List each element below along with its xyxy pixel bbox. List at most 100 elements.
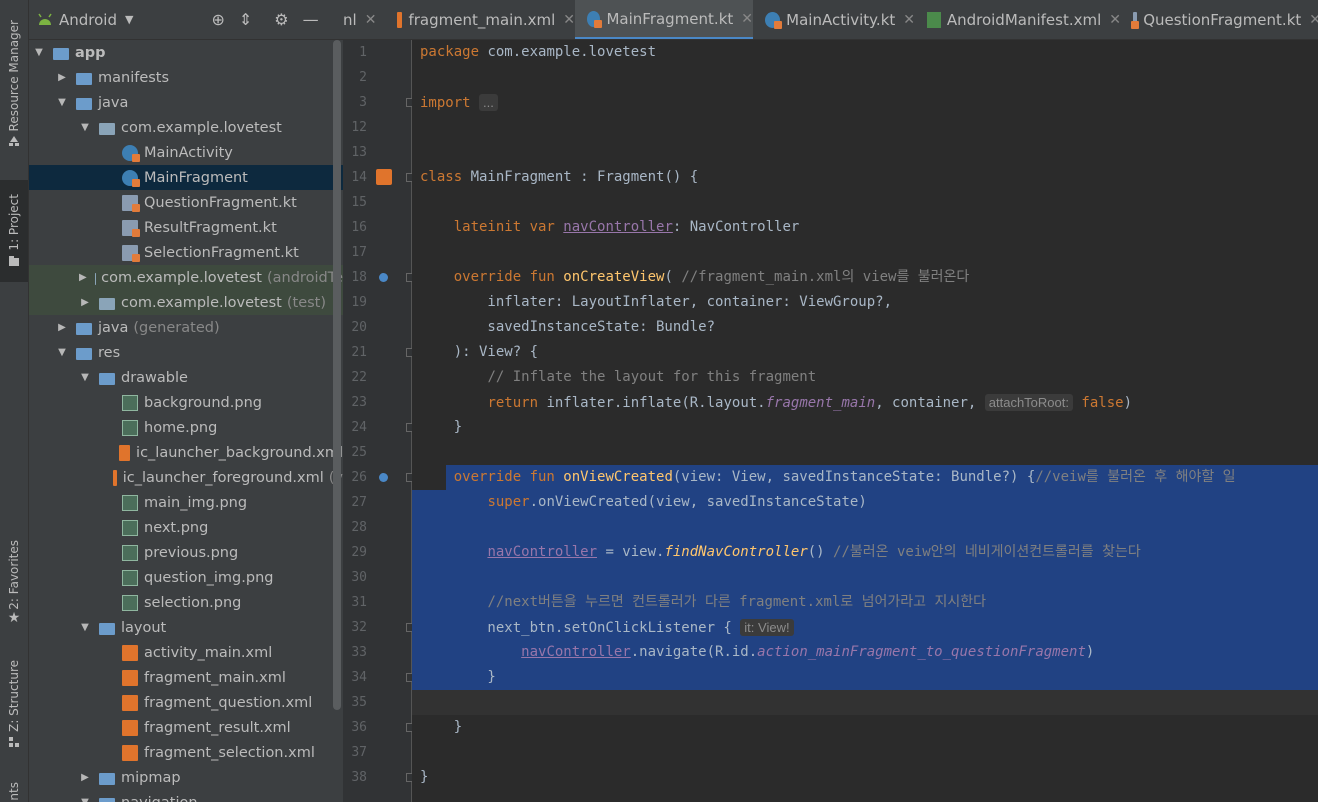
code-line[interactable]: navController = view.findNavController()… [420,540,1140,565]
gear-icon[interactable]: ⚙ [274,10,288,29]
tree-item[interactable]: selection.png [29,590,343,615]
collapse-arrow-icon[interactable]: ▶ [56,322,68,333]
chevron-down-icon[interactable]: ▼ [125,13,133,26]
android-icon [38,13,52,25]
tree-item-label: MainFragment [144,169,248,186]
override-method-icon[interactable] [379,473,388,482]
expand-arrow-icon[interactable]: ▼ [56,347,68,358]
expand-arrow-icon[interactable]: ▼ [33,47,45,58]
code-line[interactable]: override fun onViewCreated(view: View, s… [420,465,1236,490]
code-line[interactable]: savedInstanceState: Bundle? [420,315,715,340]
code-line[interactable]: } [420,765,428,790]
xml-layout-gutter-icon[interactable] [376,169,392,185]
expand-arrow-icon[interactable]: ▼ [79,372,91,383]
close-icon[interactable]: ✕ [1109,12,1121,28]
build-variants-tab[interactable]: nts [0,782,28,802]
tree-scrollbar[interactable] [333,40,341,710]
tree-item[interactable]: ▼ drawable [29,365,343,390]
code-token: (view: View, savedInstanceState: Bundle?… [672,469,1036,485]
kotlin-class-icon [122,169,140,187]
collapse-all-icon[interactable]: ⇕ [239,10,252,29]
code-line[interactable]: return inflater.inflate(R.layout.fragmen… [420,390,1132,415]
editor-tab[interactable]: fragment_main.xml ✕ [385,0,575,39]
editor-tab[interactable]: nl ✕ [343,0,385,39]
code-token: } [420,719,463,735]
expand-arrow-icon[interactable]: ▼ [79,122,91,133]
tree-item[interactable]: activity_main.xml [29,640,343,665]
tree-item[interactable]: fragment_question.xml [29,690,343,715]
tree-item[interactable]: ▼ java [29,90,343,115]
locate-icon[interactable]: ⊕ [211,10,224,29]
code-line[interactable]: lateinit var navController: NavControlle… [420,215,800,240]
project-tab[interactable]: 1: Project [0,180,28,282]
tree-item[interactable]: question_img.png [29,565,343,590]
tree-item[interactable]: ▼ navigation [29,790,343,802]
tree-item[interactable]: ▶ manifests [29,65,343,90]
editor-tab[interactable]: AndroidManifest.xml ✕ [915,0,1121,39]
tree-item-label: com.example.lovetest [101,269,262,286]
view-mode-select[interactable]: Android [59,11,117,29]
code-line[interactable]: navController.navigate(R.id.action_mainF… [420,640,1094,665]
code-line[interactable]: //next버튼을 누르면 컨트롤러가 다른 fragment.xml로 넘어가… [420,590,986,615]
code-line[interactable]: package com.example.lovetest [420,40,656,65]
tree-item[interactable]: ▼ app [29,40,343,65]
tree-item[interactable]: background.png [29,390,343,415]
tree-item[interactable]: ▶ com.example.lovetest (test) [29,290,343,315]
close-icon[interactable]: ✕ [365,12,377,28]
tree-item[interactable]: QuestionFragment.kt [29,190,343,215]
close-icon[interactable]: ✕ [563,12,575,28]
expand-arrow-icon[interactable]: ▼ [56,97,68,108]
tree-item[interactable]: fragment_main.xml [29,665,343,690]
close-icon[interactable]: ✕ [741,11,753,27]
tree-item[interactable]: home.png [29,415,343,440]
tree-item[interactable]: ▶ mipmap [29,765,343,790]
tree-item[interactable]: ▼ layout [29,615,343,640]
close-icon[interactable]: ✕ [1309,12,1318,28]
close-icon[interactable]: ✕ [903,12,915,28]
tree-item[interactable]: SelectionFragment.kt [29,240,343,265]
code-line[interactable]: super.onViewCreated(view, savedInstanceS… [420,490,867,515]
editor-tab[interactable]: MainActivity.kt ✕ [753,0,915,39]
code-line[interactable]: // Inflate the layout for this fragment [420,365,816,390]
tree-item-label: app [75,44,106,61]
tree-item[interactable]: fragment_result.xml [29,715,343,740]
tree-item[interactable]: next.png [29,515,343,540]
tree-item[interactable]: ResultFragment.kt [29,215,343,240]
code-token: .onViewCreated(view, savedInstanceState) [529,494,867,510]
editor-tab[interactable]: QuestionFragment.kt ✕ [1121,0,1318,39]
code-line[interactable]: } [420,665,495,690]
code-line[interactable]: } [420,415,462,440]
code-line[interactable]: class MainFragment : Fragment() { [420,165,698,190]
resource-manager-tab[interactable]: Resource Manager [0,20,28,160]
collapse-arrow-icon[interactable]: ▶ [56,72,68,83]
favorites-tab-label: 2: Favorites [7,540,21,610]
code-line[interactable]: import ... [420,90,498,115]
tree-item[interactable]: ▶ java (generated) [29,315,343,340]
code-line[interactable]: override fun onCreateView( //fragment_ma… [420,265,970,290]
tree-item[interactable]: MainFragment [29,165,343,190]
favorites-tab[interactable]: 2: Favorites ★ [0,540,28,640]
hide-panel-icon[interactable]: — [303,10,319,29]
code-line[interactable]: next_btn.setOnClickListener { it: View! [420,615,794,640]
tree-item[interactable]: ic_launcher_background.xml [29,440,343,465]
tree-item[interactable]: ▼ res [29,340,343,365]
collapse-arrow-icon[interactable]: ▶ [79,772,91,783]
tree-item[interactable]: main_img.png [29,490,343,515]
tree-item[interactable]: ic_launcher_foreground.xml(v [29,465,343,490]
code-editor[interactable]: package com.example.lovetest import ... cl… [412,40,1318,802]
code-line[interactable]: ): View? { [420,340,538,365]
code-line[interactable]: } [420,715,462,740]
collapse-arrow-icon[interactable]: ▶ [79,272,87,283]
override-method-icon[interactable] [379,273,388,282]
structure-tab[interactable]: Z: Structure [0,660,28,760]
tree-item[interactable]: ▶ com.example.lovetest (androidTe [29,265,343,290]
tree-item[interactable]: MainActivity [29,140,343,165]
tree-item[interactable]: previous.png [29,540,343,565]
code-line[interactable]: inflater: LayoutInflater, container: Vie… [420,290,892,315]
tree-item[interactable]: ▼ com.example.lovetest [29,115,343,140]
editor-tab-active[interactable]: MainFragment.kt ✕ [575,0,753,39]
tree-item[interactable]: fragment_selection.xml [29,740,343,765]
expand-arrow-icon[interactable]: ▼ [79,622,91,633]
expand-arrow-icon[interactable]: ▼ [79,797,91,802]
collapse-arrow-icon[interactable]: ▶ [79,297,91,308]
